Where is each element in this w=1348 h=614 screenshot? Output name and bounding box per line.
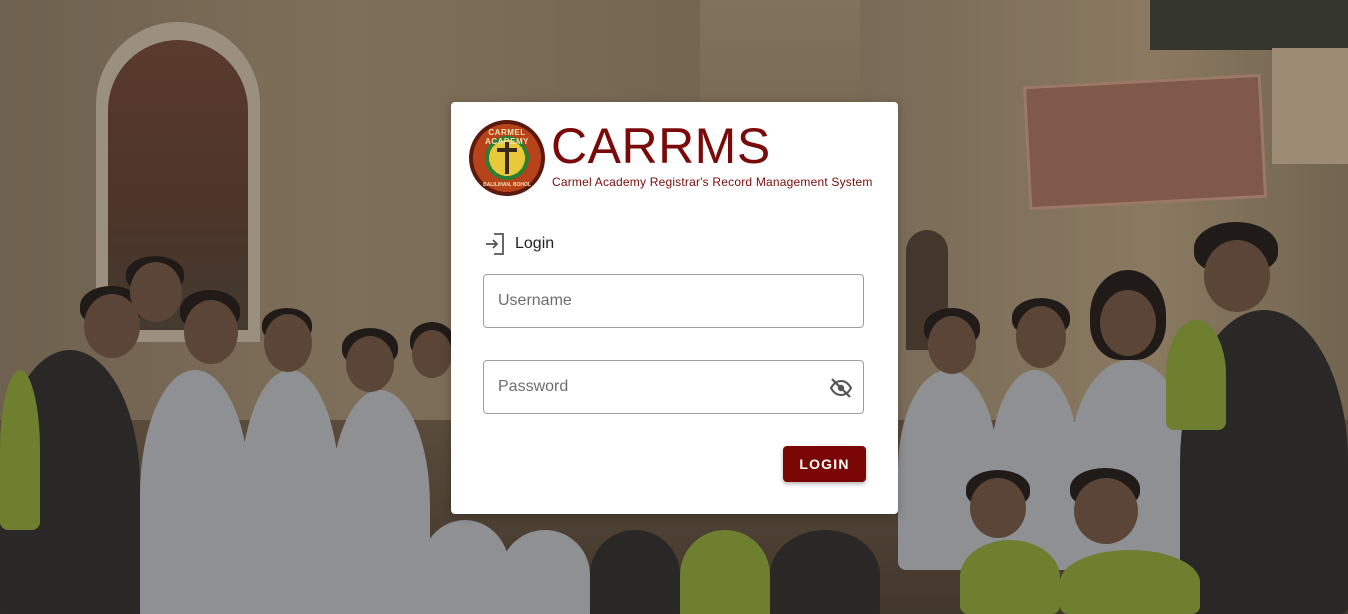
school-logo: CARMEL ACADEMY BALILIHAN, BOHOL bbox=[469, 120, 545, 196]
login-card: CARMEL ACADEMY BALILIHAN, BOHOL CARRMS C… bbox=[451, 102, 898, 514]
app-subtitle: Carmel Academy Registrar's Record Manage… bbox=[552, 175, 873, 189]
login-button[interactable]: LOGIN bbox=[783, 446, 866, 482]
password-input[interactable] bbox=[484, 361, 863, 413]
username-input[interactable] bbox=[484, 275, 863, 327]
eye-off-icon[interactable] bbox=[829, 376, 853, 400]
password-field-container bbox=[483, 360, 864, 414]
app-title: CARRMS bbox=[551, 118, 771, 174]
login-heading-label: Login bbox=[515, 235, 555, 252]
username-field-container bbox=[483, 274, 864, 328]
login-heading: Login bbox=[485, 233, 554, 255]
logo-ring-bottom-text: BALILIHAN, BOHOL bbox=[483, 182, 531, 188]
login-icon bbox=[486, 233, 504, 255]
